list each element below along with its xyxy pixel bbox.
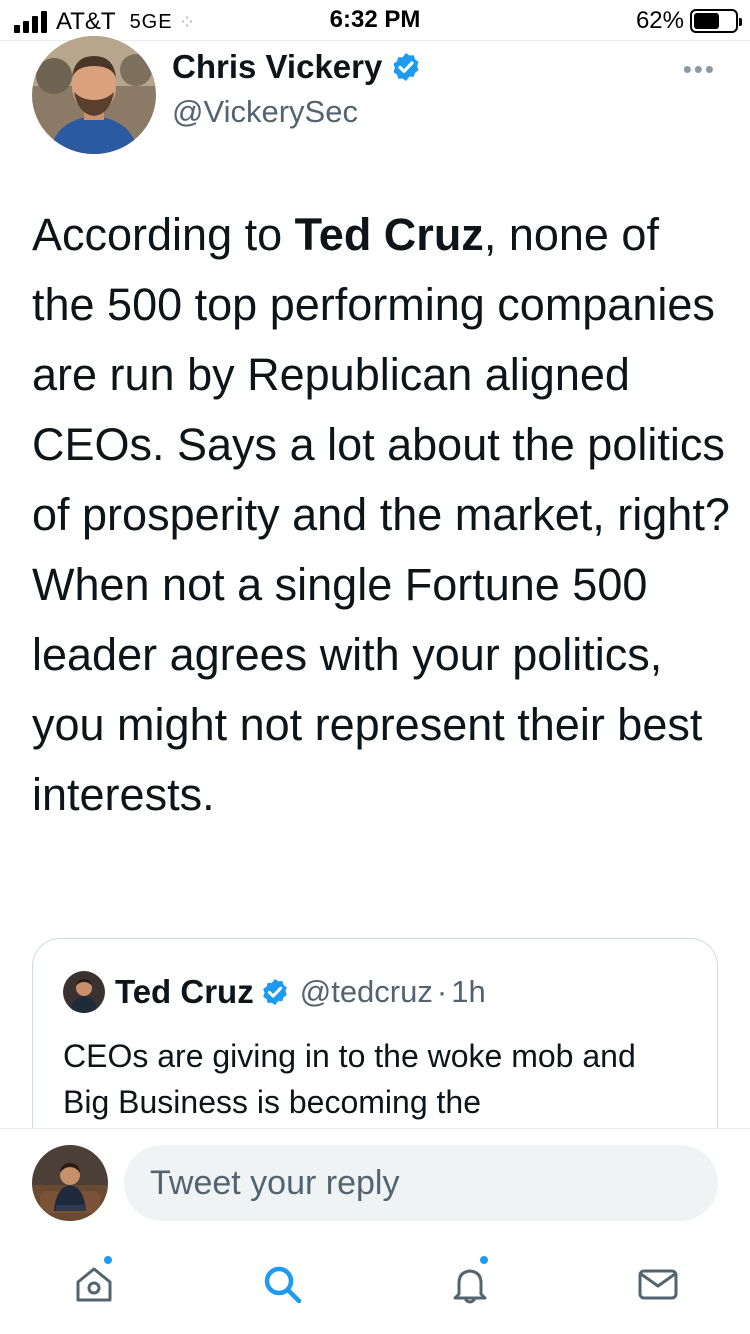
reply-bar bbox=[0, 1128, 750, 1238]
more-options-icon[interactable]: ••• bbox=[683, 54, 716, 85]
bottom-nav bbox=[0, 1238, 750, 1334]
quoted-separator: · bbox=[436, 974, 448, 1009]
author-handle[interactable]: @VickerySec bbox=[172, 94, 358, 130]
home-icon bbox=[76, 1267, 112, 1302]
battery-percentage: 62% bbox=[635, 7, 684, 34]
bell-icon bbox=[453, 1269, 487, 1304]
quoted-author-handle: @tedcruz bbox=[299, 974, 433, 1009]
notifications-dot bbox=[478, 1254, 490, 1266]
nav-home[interactable] bbox=[62, 1252, 126, 1316]
status-right: 62% bbox=[635, 7, 742, 35]
quoted-timestamp: 1h bbox=[451, 974, 486, 1009]
battery-icon bbox=[690, 9, 742, 33]
quoted-author-avatar bbox=[63, 971, 105, 1013]
reply-input[interactable] bbox=[124, 1145, 718, 1221]
quoted-tweet-header: Ted Cruz @tedcruz · 1h bbox=[63, 971, 486, 1013]
home-notification-dot bbox=[102, 1254, 114, 1266]
nav-messages[interactable] bbox=[626, 1252, 690, 1316]
author-avatar[interactable] bbox=[32, 36, 156, 154]
nav-notifications[interactable] bbox=[438, 1252, 502, 1316]
verified-badge-icon bbox=[262, 978, 287, 1006]
tweet-text-mention: Ted Cruz bbox=[294, 209, 484, 260]
quoted-tweet-text: CEOs are giving in to the woke mob and B… bbox=[63, 1038, 636, 1120]
battery-cap bbox=[739, 18, 742, 26]
author-name-row: Chris Vickery bbox=[172, 48, 422, 86]
author-name[interactable]: Chris Vickery bbox=[172, 48, 382, 86]
search-icon bbox=[264, 1266, 302, 1304]
tweet-text: According to Ted Cruz, none of the 500 t… bbox=[32, 200, 732, 830]
verified-badge-icon bbox=[393, 53, 419, 81]
nav-search[interactable] bbox=[250, 1252, 314, 1316]
tweet-text-intro: According to bbox=[32, 209, 295, 260]
user-avatar[interactable] bbox=[32, 1145, 108, 1221]
mail-icon bbox=[638, 1269, 678, 1300]
battery-fill bbox=[694, 13, 719, 29]
status-bar: AT&T 5GE ⁘ 6:32 PM 62% bbox=[0, 0, 750, 40]
tweet-text-rest: , none of the 500 top performing compani… bbox=[32, 209, 730, 820]
quoted-author-name: Ted Cruz bbox=[115, 973, 254, 1010]
tweet-detail-screen: AT&T 5GE ⁘ 6:32 PM 62% Chris Vickery @Vi… bbox=[0, 0, 750, 1334]
